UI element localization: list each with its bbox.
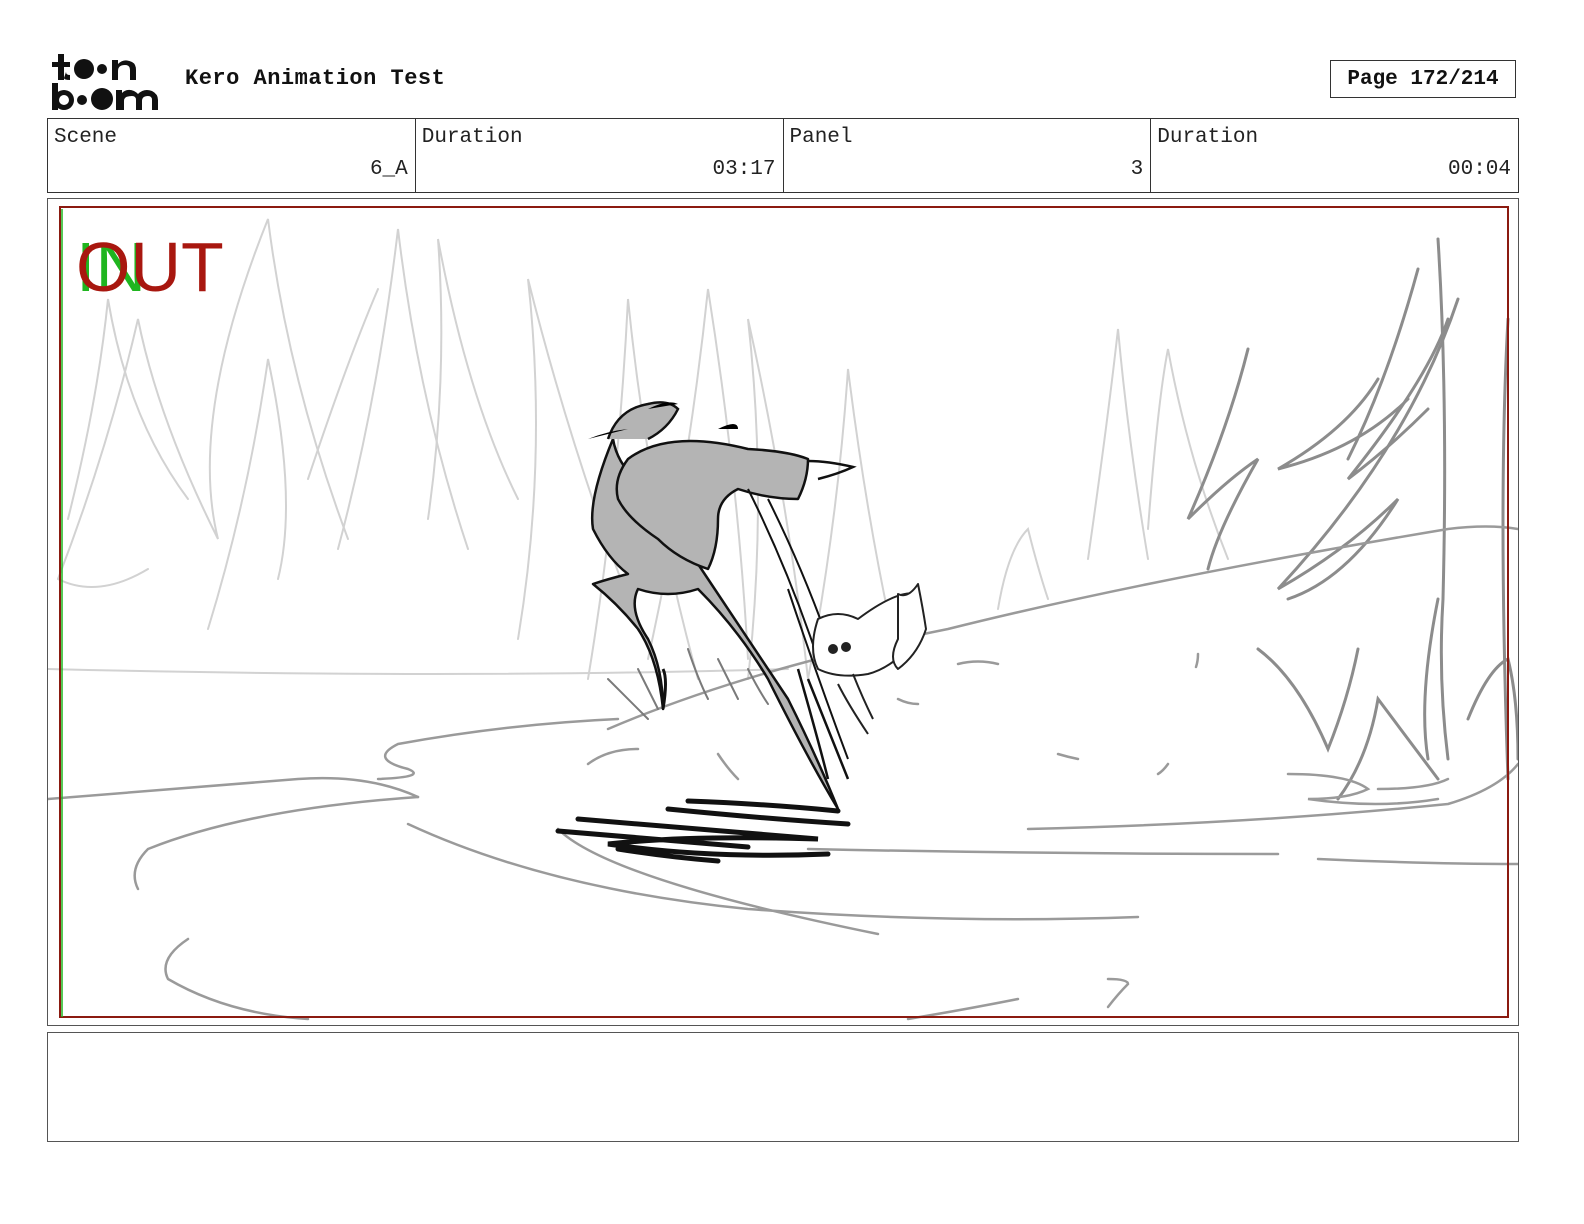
pine-trees — [1186, 237, 1518, 801]
scene-value: 6_A — [369, 158, 408, 181]
shadow-scribble — [555, 798, 851, 864]
panel-duration-value: 00:04 — [1447, 158, 1511, 181]
scene-label: Scene — [54, 126, 118, 149]
out-marker: OUT — [76, 228, 224, 306]
scene-cell: Scene 6_A — [48, 119, 416, 192]
document-title: Kero Animation Test — [185, 66, 446, 91]
ground-lines — [48, 525, 1518, 1021]
panel-duration-label: Duration — [1157, 126, 1259, 149]
storyboard-panel: IN OUT — [47, 198, 1519, 1026]
scene-duration-label: Duration — [421, 126, 523, 149]
panel-cell: Panel 3 — [784, 119, 1152, 192]
panel-duration-cell: Duration 00:04 — [1151, 119, 1518, 192]
scene-duration-value: 03:17 — [712, 158, 776, 181]
panel-value: 3 — [1130, 158, 1144, 181]
page-counter: Page 172/214 — [1330, 60, 1516, 98]
panel-label: Panel — [789, 126, 853, 149]
scene-info-table: Scene 6_A Duration 03:17 Panel 3 Duratio… — [47, 118, 1519, 193]
grass-tufts — [607, 648, 769, 720]
panel-sketch — [48, 206, 1518, 1021]
running-character — [588, 401, 857, 811]
toon-boom-logo — [50, 50, 164, 112]
safe-frame — [59, 206, 1509, 1018]
in-out-marker: IN OUT — [76, 227, 246, 307]
scene-duration-cell: Duration 03:17 — [416, 119, 784, 192]
panel-notes — [47, 1032, 1519, 1142]
